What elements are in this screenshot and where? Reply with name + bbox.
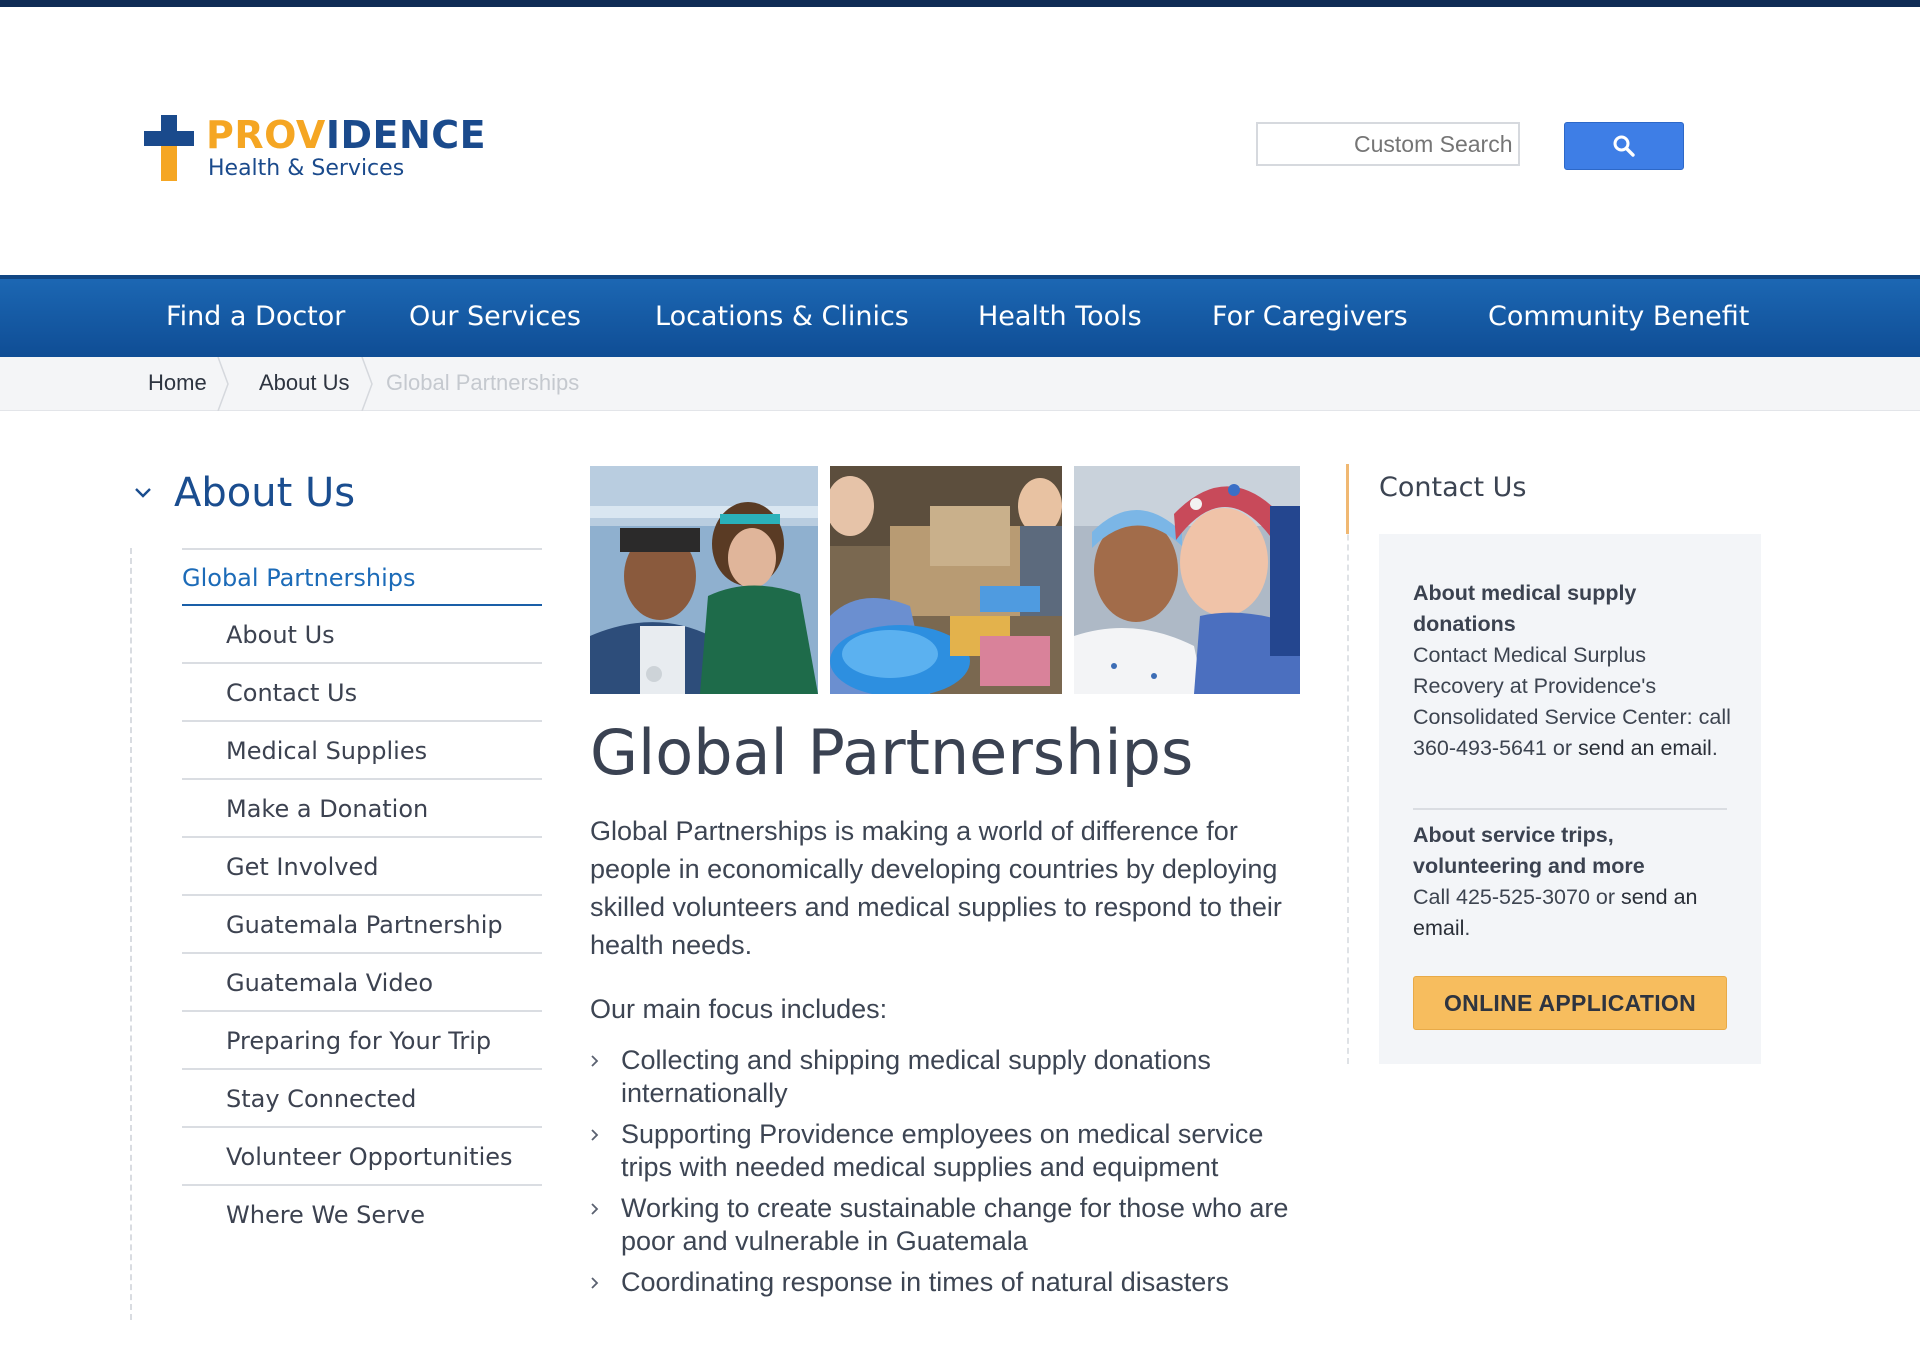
sidebar-item-global-partnerships[interactable]: Global Partnerships: [182, 548, 542, 606]
photo-strip: [590, 466, 1300, 694]
sidebar-menu: Global Partnerships About Us Contact Us …: [182, 548, 542, 1244]
cross-logo-icon: [144, 115, 194, 181]
sidebar-item-guatemala-video[interactable]: Guatemala Video: [182, 954, 542, 1012]
list-item: Working to create sustainable change for…: [590, 1192, 1310, 1258]
main-nav: Find a Doctor Our Services Locations & C…: [0, 275, 1920, 357]
send-email-link[interactable]: send an email: [1578, 736, 1712, 760]
search-input[interactable]: [1258, 124, 1518, 164]
contact-donations-block: About medical supply donations Contact M…: [1413, 578, 1733, 764]
online-application-button[interactable]: ONLINE APPLICATION: [1413, 976, 1727, 1030]
chevron-right-icon: [591, 1203, 599, 1215]
sidebar-item-stay-connected[interactable]: Stay Connected: [182, 1070, 542, 1128]
contact-accent-bar: [1346, 464, 1349, 534]
sidebar-item-guatemala-partnership[interactable]: Guatemala Partnership: [182, 896, 542, 954]
contact-donations-heading: About medical supply donations: [1413, 581, 1637, 636]
contact-title: Contact Us: [1379, 472, 1527, 503]
list-item-text: Collecting and shipping medical supply d…: [621, 1045, 1211, 1108]
focus-list: Collecting and shipping medical supply d…: [590, 1044, 1310, 1307]
contact-panel: About medical supply donations Contact M…: [1379, 534, 1761, 1064]
photo-patient-volunteer: [1074, 466, 1300, 694]
contact-donations-text: Contact Medical Surplus Recovery at Prov…: [1413, 643, 1731, 760]
page-title: Global Partnerships: [590, 716, 1194, 789]
providence-logo[interactable]: PROVIDENCE Health & Services: [144, 107, 487, 187]
contact-trips-heading: About service trips, volunteering and mo…: [1413, 823, 1645, 878]
nav-health-tools[interactable]: Health Tools: [978, 301, 1142, 332]
search-button[interactable]: [1564, 122, 1684, 170]
sidebar-item-get-involved[interactable]: Get Involved: [182, 838, 542, 896]
sidebar-item-contact-us[interactable]: Contact Us: [182, 664, 542, 722]
search-icon: [1613, 135, 1635, 157]
chevron-right-icon: [591, 1277, 599, 1289]
photo-medical-supplies: [830, 466, 1062, 694]
nav-for-caregivers[interactable]: For Caregivers: [1212, 301, 1408, 332]
nav-find-a-doctor[interactable]: Find a Doctor: [166, 301, 345, 332]
photo-patient-checkup: [590, 466, 818, 694]
sidebar-item-volunteer-opportunities[interactable]: Volunteer Opportunities: [182, 1128, 542, 1186]
logo-wordmark: PROVIDENCE: [206, 113, 487, 157]
sidebar-item-where-we-serve[interactable]: Where We Serve: [182, 1186, 542, 1244]
sidebar-item-medical-supplies[interactable]: Medical Supplies: [182, 722, 542, 780]
contact-separator: [1413, 808, 1727, 810]
breadcrumb-separator-icon: [217, 357, 229, 411]
list-item: Coordinating response in times of natura…: [590, 1266, 1310, 1299]
list-item-text: Supporting Providence employees on medic…: [621, 1119, 1264, 1182]
list-item-text: Coordinating response in times of natura…: [621, 1267, 1229, 1297]
sidebar-item-preparing-for-your-trip[interactable]: Preparing for Your Trip: [182, 1012, 542, 1070]
breadcrumb: Home About Us Global Partnerships: [0, 357, 1920, 411]
list-item: Collecting and shipping medical supply d…: [590, 1044, 1310, 1110]
chevron-down-icon[interactable]: [132, 482, 154, 504]
site-header: PROVIDENCE Health & Services: [0, 7, 1920, 275]
chevron-right-icon: [591, 1055, 599, 1067]
nav-community-benefit[interactable]: Community Benefit: [1488, 301, 1749, 332]
breadcrumb-home[interactable]: Home: [148, 370, 207, 396]
breadcrumb-current: Global Partnerships: [386, 370, 580, 395]
sidebar-dashed-rule: [130, 548, 132, 1320]
contact-dashed-rule: [1347, 464, 1349, 1064]
search-field[interactable]: [1256, 122, 1520, 166]
breadcrumb-separator-icon: [361, 357, 373, 411]
list-item-text: Working to create sustainable change for…: [621, 1193, 1289, 1256]
contact-trips-text: Call 425-525-3070 or send an email.: [1413, 885, 1698, 940]
focus-heading: Our main focus includes:: [590, 994, 888, 1024]
sidebar-item-about-us[interactable]: About Us: [182, 606, 542, 664]
chevron-right-icon: [591, 1129, 599, 1141]
list-item: Supporting Providence employees on medic…: [590, 1118, 1310, 1184]
logo-subtitle: Health & Services: [208, 156, 405, 181]
intro-paragraph: Global Partnerships is making a world of…: [590, 816, 1282, 960]
contact-trips-block: About service trips, volunteering and mo…: [1413, 820, 1733, 944]
sidebar-item-make-a-donation[interactable]: Make a Donation: [182, 780, 542, 838]
nav-our-services[interactable]: Our Services: [409, 301, 581, 332]
nav-locations-clinics[interactable]: Locations & Clinics: [655, 301, 909, 332]
breadcrumb-about-us[interactable]: About Us: [259, 370, 350, 396]
sidebar-title[interactable]: About Us: [174, 470, 355, 516]
top-strip: [0, 0, 1920, 7]
